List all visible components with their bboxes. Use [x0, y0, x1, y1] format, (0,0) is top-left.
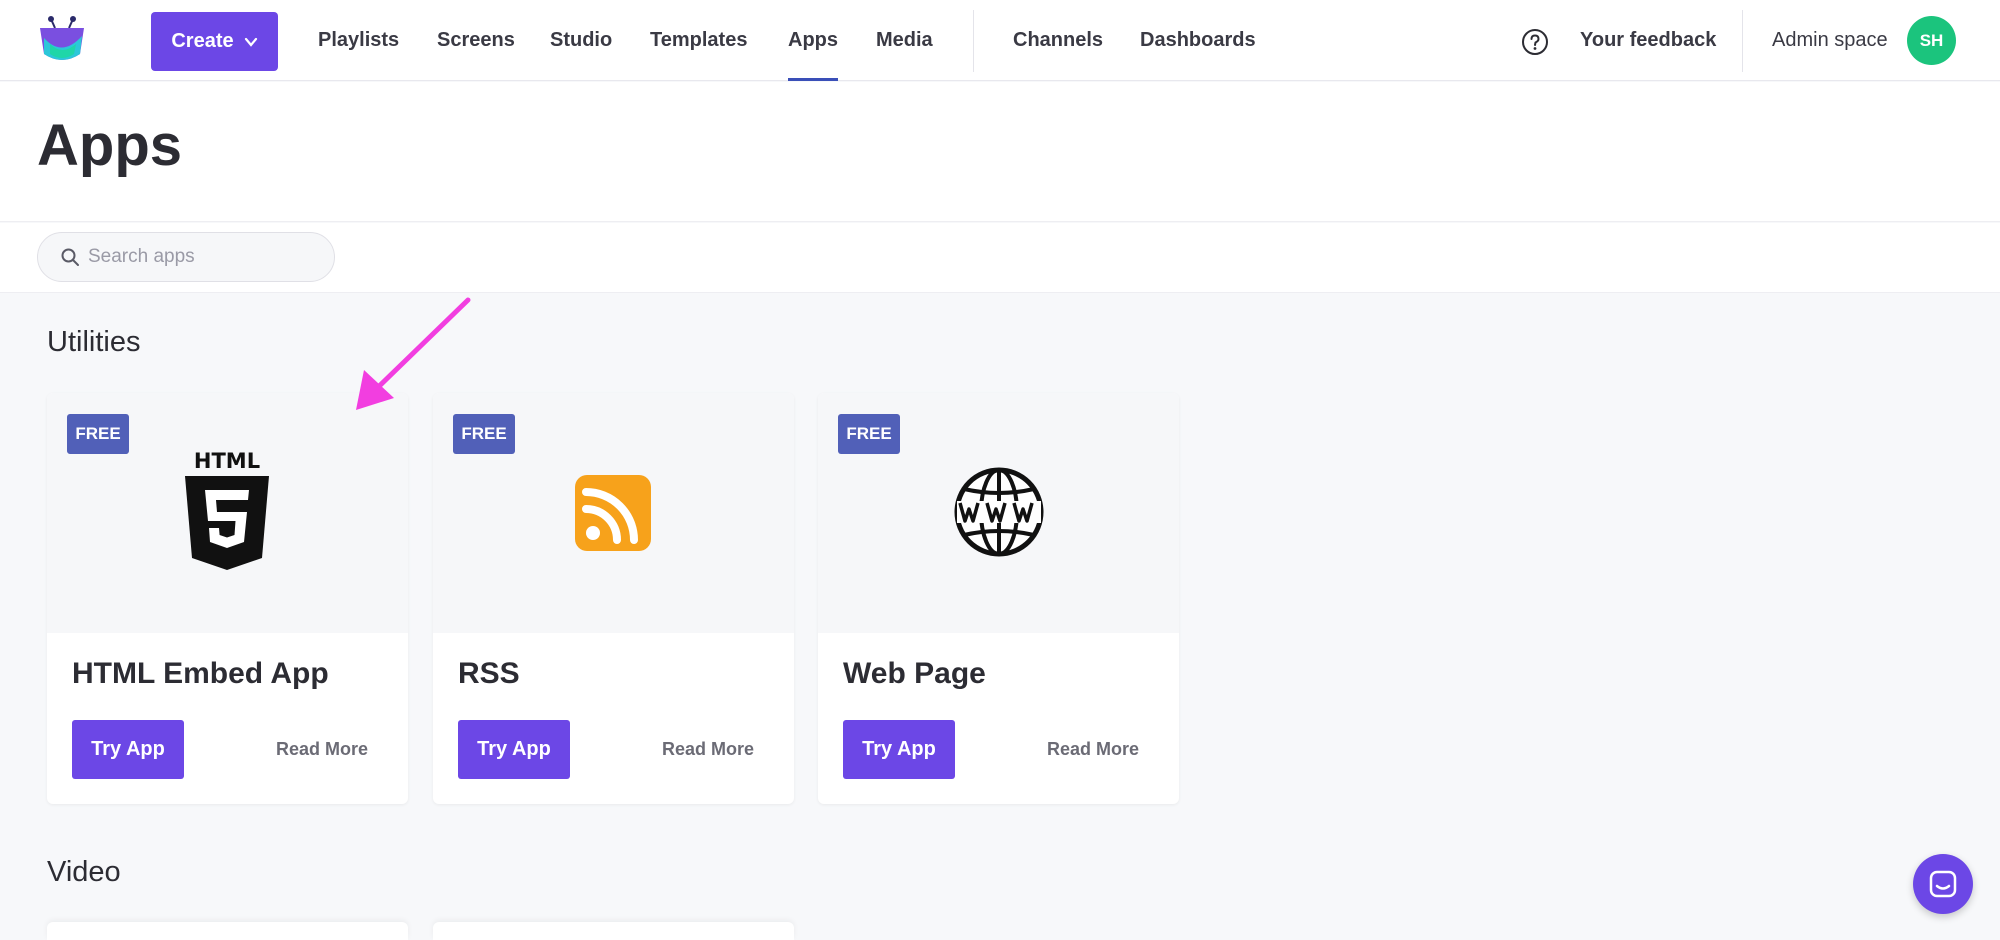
- chevron-down-icon: [244, 37, 257, 47]
- app-logo-icon[interactable]: [36, 14, 88, 66]
- try-app-button[interactable]: Try App: [458, 720, 570, 779]
- app-card-html-embed[interactable]: FREE HTML HTML Embed App Try App Read Mo…: [47, 393, 408, 804]
- video-card[interactable]: [47, 922, 408, 940]
- svg-text:HTML: HTML: [194, 449, 260, 473]
- nav-channels[interactable]: Channels: [1013, 0, 1103, 81]
- video-card[interactable]: [433, 922, 794, 940]
- app-card-title: Web Page: [843, 657, 986, 690]
- app-card-image: FREE: [818, 393, 1179, 633]
- avatar[interactable]: SH: [1907, 16, 1956, 65]
- chat-launcher-button[interactable]: [1913, 854, 1973, 914]
- read-more-link[interactable]: Read More: [662, 720, 754, 779]
- top-navigation: Create Playlists Screens Studio Template…: [0, 0, 2000, 81]
- nav-templates[interactable]: Templates: [650, 0, 747, 81]
- nav-media[interactable]: Media: [876, 0, 933, 81]
- app-card-title: RSS: [458, 657, 520, 690]
- search-bar: [0, 223, 2000, 293]
- admin-space-link[interactable]: Admin space: [1772, 0, 1888, 81]
- free-badge: FREE: [67, 414, 129, 454]
- app-card-title: HTML Embed App: [72, 657, 329, 690]
- help-icon[interactable]: [1521, 28, 1549, 56]
- free-badge: FREE: [453, 414, 515, 454]
- feedback-link[interactable]: Your feedback: [1580, 0, 1716, 81]
- nav-divider-right: [1742, 10, 1743, 72]
- app-card-image: FREE HTML: [47, 393, 408, 633]
- app-card-image: FREE: [433, 393, 794, 633]
- section-title-video: Video: [47, 856, 121, 888]
- nav-studio[interactable]: Studio: [550, 0, 612, 81]
- read-more-link[interactable]: Read More: [276, 720, 368, 779]
- html5-icon: HTML: [185, 449, 269, 570]
- nav-screens[interactable]: Screens: [437, 0, 515, 81]
- app-card-web-page[interactable]: FREE Web Page Try App Read More: [818, 393, 1179, 804]
- try-app-button[interactable]: Try App: [843, 720, 955, 779]
- nav-apps[interactable]: Apps: [788, 0, 838, 81]
- nav-playlists[interactable]: Playlists: [318, 0, 399, 81]
- try-app-button[interactable]: Try App: [72, 720, 184, 779]
- nav-dashboards[interactable]: Dashboards: [1140, 0, 1256, 81]
- search-icon: [61, 248, 79, 266]
- app-card-rss[interactable]: FREE RSS Try App Read More: [433, 393, 794, 804]
- nav-divider: [973, 10, 974, 72]
- search-field[interactable]: [37, 232, 335, 282]
- annotation-arrow-icon: [356, 297, 471, 410]
- rss-icon: [575, 475, 651, 551]
- create-button-label: Create: [171, 30, 234, 52]
- chat-icon: [1929, 870, 1957, 898]
- create-button[interactable]: Create: [151, 12, 278, 71]
- free-badge: FREE: [838, 414, 900, 454]
- page-header: Apps: [0, 82, 2000, 222]
- read-more-link[interactable]: Read More: [1047, 720, 1139, 779]
- search-input[interactable]: [88, 246, 308, 268]
- page-title: Apps: [37, 113, 182, 178]
- www-globe-icon: [954, 467, 1044, 557]
- video-cards-strip: [47, 922, 1837, 940]
- section-title-utilities: Utilities: [47, 326, 141, 358]
